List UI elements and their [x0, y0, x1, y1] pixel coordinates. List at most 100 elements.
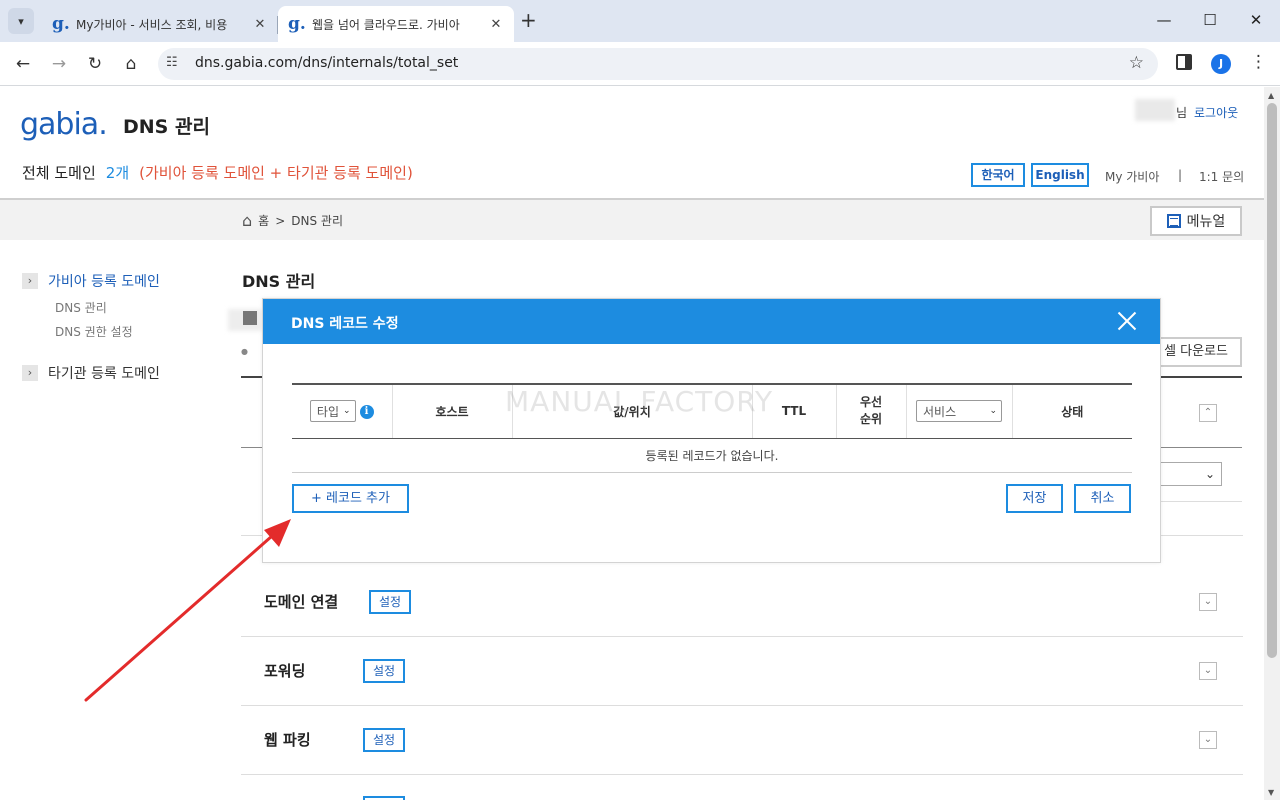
- record-filter-select[interactable]: ⌄: [1160, 462, 1222, 486]
- back-arrow-icon[interactable]: ←: [11, 52, 35, 76]
- bookmark-star-icon[interactable]: ☆: [1129, 53, 1144, 73]
- dns-record-table: 타입 ⌄ i 호스트 값/위치 TTL 우선 순위 서비스 ⌄ 상태 등록된 레코드가 …: [292, 383, 1132, 473]
- user-suffix: 님: [1176, 106, 1188, 120]
- site-info-icon[interactable]: ☷: [166, 55, 178, 70]
- lang-korean-button[interactable]: 한국어: [971, 163, 1025, 187]
- divider: [241, 774, 1243, 775]
- browser-tab-bar: ▾ g. My가비아 - 서비스 조회, 비용 ✕ g. 웹을 넘어 클라우드로…: [0, 0, 1280, 42]
- my-gabia-link[interactable]: My 가비아: [1105, 168, 1159, 185]
- window-close-button[interactable]: ✕: [1233, 8, 1279, 32]
- forwarding-setting-button[interactable]: 설정: [363, 659, 405, 683]
- browser-toolbar: ← → ↻ ⌂ ☷ dns.gabia.com/dns/internals/to…: [0, 42, 1280, 86]
- url-text[interactable]: dns.gabia.com/dns/internals/total_set: [195, 55, 458, 71]
- inquiry-link[interactable]: 1:1 문의: [1199, 168, 1244, 185]
- modal-header: DNS 레코드 수정: [263, 299, 1160, 344]
- side-panel-icon[interactable]: [1176, 54, 1192, 70]
- forward-arrow-icon[interactable]: →: [47, 52, 71, 76]
- table-top-rule: [1160, 376, 1242, 378]
- save-button[interactable]: 저장: [1006, 484, 1063, 513]
- value-column-header: 값/위치: [511, 384, 752, 439]
- section-label-web-parking: 웹 파킹: [264, 731, 311, 749]
- gabia-logo[interactable]: gabia.: [20, 107, 108, 142]
- gabia-favicon-icon: g.: [52, 14, 70, 34]
- sidebar-item-label: 타기관 등록 도메인: [48, 366, 160, 382]
- type-column-header: 타입 ⌄ i: [292, 384, 392, 439]
- tab-close-icon[interactable]: ✕: [252, 17, 268, 32]
- manual-button[interactable]: 메뉴얼: [1150, 206, 1242, 236]
- top-link-separator: |: [1178, 168, 1183, 182]
- dns-record-edit-modal: DNS 레코드 수정 타입 ⌄ i 호스트 값/위치 TTL 우선 순위 서비스 ⌄ 상…: [262, 298, 1161, 563]
- empty-records-message: 등록된 레코드가 없습니다.: [292, 438, 1132, 473]
- priority-header-line2: 순위: [859, 412, 883, 427]
- sidebar-item-other-domains[interactable]: › 타기관 등록 도메인: [22, 363, 160, 383]
- sidebar-subitem-dns-management[interactable]: DNS 관리: [55, 299, 107, 316]
- address-bar[interactable]: ☷ dns.gabia.com/dns/internals/total_set …: [158, 48, 1158, 80]
- maximize-button[interactable]: ☐: [1187, 8, 1233, 32]
- scroll-down-icon[interactable]: ▼: [1268, 788, 1274, 797]
- more-menu-icon[interactable]: ⋮: [1250, 52, 1267, 72]
- domain-checkbox[interactable]: [243, 311, 257, 325]
- divider: [241, 705, 1243, 706]
- sidebar-item-gabia-domains[interactable]: › 가비아 등록 도메인: [22, 271, 160, 291]
- record-type-select[interactable]: 타입 ⌄: [309, 400, 356, 423]
- redacted-username: [1135, 99, 1175, 121]
- expand-down-icon[interactable]: ⌄: [1199, 662, 1217, 680]
- domain-connect-setting-button[interactable]: 설정: [369, 590, 411, 614]
- breadcrumb-separator: >: [275, 213, 286, 228]
- status-column-header: 상태: [1011, 384, 1132, 439]
- page-scrollbar[interactable]: ▲ ▼: [1264, 87, 1280, 800]
- gabia-favicon-icon: g.: [288, 14, 306, 34]
- web-parking-setting-button[interactable]: 설정: [363, 728, 405, 752]
- collapse-up-icon[interactable]: ⌃: [1199, 404, 1217, 422]
- service-select[interactable]: 서비스 ⌄: [916, 400, 1002, 423]
- table-header-row: 타입 ⌄ i 호스트 값/위치 TTL 우선 순위 서비스 ⌄ 상태: [292, 384, 1132, 439]
- breadcrumb-home[interactable]: 홈: [258, 212, 269, 229]
- manual-button-label: 메뉴얼: [1186, 214, 1226, 230]
- scroll-up-icon[interactable]: ▲: [1268, 91, 1274, 100]
- tab-list-button[interactable]: ▾: [8, 8, 34, 34]
- lang-english-button[interactable]: English: [1031, 163, 1089, 187]
- divider: [241, 636, 1243, 637]
- close-icon[interactable]: [1117, 311, 1137, 331]
- tab-close-icon[interactable]: ✕: [488, 17, 504, 32]
- chevron-down-icon: ▾: [18, 14, 24, 28]
- browser-tab-my-gabia[interactable]: g. My가비아 - 서비스 조회, 비용 ✕: [42, 6, 278, 42]
- service-column-header: 서비스 ⌄: [905, 384, 1012, 439]
- domain-count-label: 전체 도메인: [22, 164, 96, 182]
- divider: [1160, 501, 1242, 502]
- reload-icon[interactable]: ↻: [83, 52, 107, 76]
- ttl-column-header: TTL: [751, 384, 836, 439]
- section-label-forwarding: 포워딩: [264, 662, 306, 680]
- info-icon[interactable]: i: [359, 405, 374, 420]
- divider: [241, 447, 263, 448]
- home-icon[interactable]: ⌂: [119, 52, 143, 76]
- profile-avatar[interactable]: J: [1211, 54, 1231, 74]
- priority-column-header: 우선 순위: [835, 384, 906, 439]
- table-row: 등록된 레코드가 없습니다.: [292, 438, 1132, 473]
- chevron-down-icon: ⌄: [343, 406, 351, 417]
- excel-download-button[interactable]: 셀 다운로드: [1150, 337, 1242, 367]
- browser-tab-gabia-home[interactable]: g. 웹을 넘어 클라우드로. 가비아 ✕: [278, 6, 514, 42]
- chevron-right-icon: ›: [22, 273, 38, 289]
- new-tab-button[interactable]: +: [520, 10, 537, 30]
- document-icon: [1166, 214, 1181, 228]
- sidebar-item-label: 가비아 등록 도메인: [48, 274, 160, 290]
- add-record-button[interactable]: + 레코드 추가: [292, 484, 409, 513]
- content-title: DNS 관리: [242, 272, 316, 291]
- tab-title: My가비아 - 서비스 조회, 비용: [76, 17, 228, 32]
- tab-title: 웹을 넘어 클라우드로. 가비아: [312, 17, 460, 32]
- minimize-button[interactable]: —: [1141, 8, 1187, 32]
- home-icon[interactable]: ⌂: [242, 212, 252, 228]
- next-setting-button[interactable]: [363, 796, 405, 800]
- domain-count-summary: 전체 도메인 2개 (가비아 등록 도메인 + 타기관 등록 도메인): [22, 162, 413, 183]
- scrollbar-thumb[interactable]: [1267, 103, 1277, 658]
- breadcrumb: ⌂ 홈 > DNS 관리: [242, 212, 343, 229]
- expand-down-icon[interactable]: ⌄: [1199, 731, 1217, 749]
- cancel-button[interactable]: 취소: [1074, 484, 1131, 513]
- domain-count-value[interactable]: 2개: [106, 164, 129, 182]
- logout-link[interactable]: 로그아웃: [1194, 104, 1238, 121]
- page-brand-title: DNS 관리: [123, 116, 210, 138]
- sidebar-subitem-dns-permission[interactable]: DNS 권한 설정: [55, 323, 133, 340]
- expand-down-icon[interactable]: ⌄: [1199, 593, 1217, 611]
- breadcrumb-bar: ⌂ 홈 > DNS 관리 메뉴얼: [0, 198, 1264, 240]
